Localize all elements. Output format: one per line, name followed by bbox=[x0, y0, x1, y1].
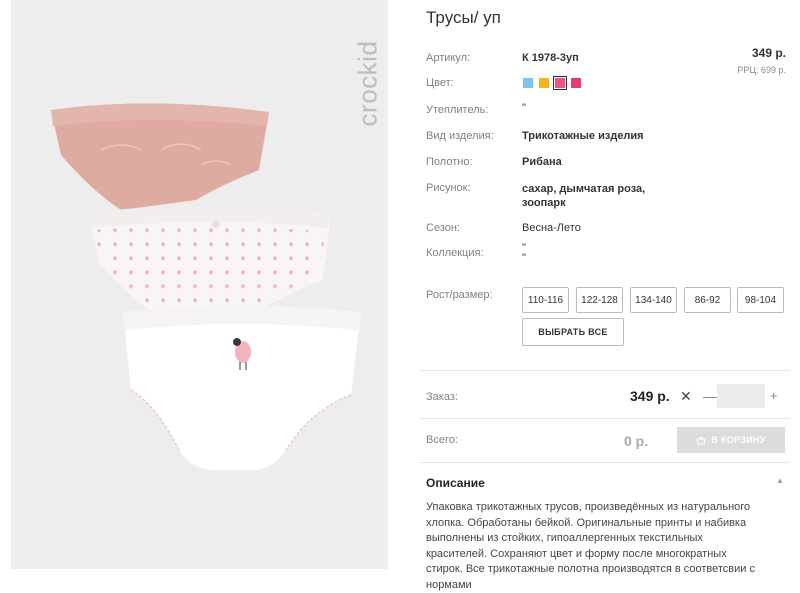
spec-value-pattern: сахар, дымчатая роза, зоопарк bbox=[522, 183, 646, 209]
brand-logo-text: crockid bbox=[352, 40, 383, 127]
order-price: 349 р. bbox=[630, 388, 670, 404]
color-swatch-pink-selected[interactable] bbox=[553, 76, 567, 90]
spec-label-season: Сезон: bbox=[426, 222, 460, 234]
divider bbox=[419, 418, 790, 419]
product-price: 349 р. bbox=[751, 46, 786, 60]
spec-value-season: Весна-Лето bbox=[522, 222, 581, 234]
spec-label-fabric: Полотно: bbox=[426, 156, 473, 168]
spec-label-collection: Коллекция: bbox=[426, 247, 484, 259]
recommended-price: РРЦ: 699 р. bbox=[737, 65, 786, 75]
size-option-122-128[interactable]: 122-128 bbox=[576, 287, 623, 313]
quantity-input[interactable] bbox=[717, 384, 765, 408]
size-option-86-92[interactable]: 86-92 bbox=[684, 287, 731, 313]
product-title: Трусы/ уп bbox=[426, 8, 501, 27]
order-label: Заказ: bbox=[426, 391, 458, 403]
decrement-button[interactable]: — bbox=[703, 388, 717, 404]
spec-label-pattern: Рисунок: bbox=[426, 182, 471, 194]
increment-button[interactable]: + bbox=[770, 388, 778, 403]
basket-icon bbox=[696, 435, 706, 444]
divider bbox=[419, 462, 790, 463]
size-option-98-104[interactable]: 98-104 bbox=[737, 287, 784, 313]
spec-label-type: Вид изделия: bbox=[426, 130, 494, 142]
spec-value-insulation: " bbox=[522, 102, 526, 114]
spec-label-article: Артикул: bbox=[426, 52, 471, 64]
select-all-button[interactable]: ВЫБРАТЬ ВСЕ bbox=[522, 318, 624, 346]
description-text: Упаковка трикотажных трусов, произведённ… bbox=[426, 501, 755, 591]
total-value: 0 р. bbox=[624, 433, 649, 449]
collapse-caret-icon[interactable]: ▲ bbox=[776, 476, 784, 485]
add-to-cart-label: В КОРЗИНУ bbox=[711, 435, 766, 445]
spec-label-color: Цвет: bbox=[426, 77, 454, 89]
size-label: Рост/размер: bbox=[426, 289, 493, 301]
spec-label-insulation: Утеплитель: bbox=[426, 104, 489, 116]
description-heading[interactable]: Описание bbox=[426, 476, 485, 490]
color-swatch-blue[interactable] bbox=[523, 78, 533, 88]
product-image[interactable] bbox=[11, 0, 388, 569]
color-swatch-magenta[interactable] bbox=[571, 78, 581, 88]
add-to-cart-button[interactable]: В КОРЗИНУ bbox=[677, 427, 785, 453]
total-label: Всего: bbox=[426, 434, 458, 446]
divider bbox=[419, 370, 790, 371]
size-option-110-116[interactable]: 110-116 bbox=[522, 287, 569, 313]
brand-logo: crockid bbox=[352, 0, 383, 160]
size-option-134-140[interactable]: 134-140 bbox=[630, 287, 677, 313]
color-swatch-yellow[interactable] bbox=[539, 78, 549, 88]
spec-value-type: Трикотажные изделия bbox=[522, 130, 644, 142]
spec-value-fabric: Рибана bbox=[522, 156, 562, 168]
product-illustration bbox=[51, 103, 361, 470]
multiply-icon: ✕ bbox=[680, 388, 692, 404]
spec-value-article: К 1978-3уп bbox=[522, 52, 579, 64]
spec-value-collection: " " bbox=[522, 242, 526, 264]
